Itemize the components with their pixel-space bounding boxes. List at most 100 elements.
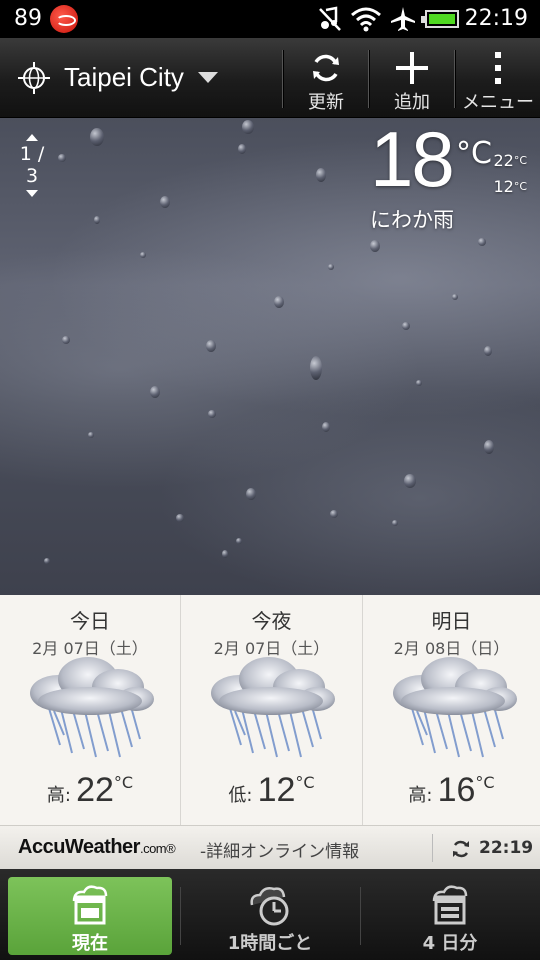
rain-drop — [484, 440, 494, 454]
rain-drop — [274, 296, 284, 308]
rain-drop — [90, 128, 104, 146]
accuweather-bar: AccuWeather.com® -詳細オンライン情報 22:19 — [0, 825, 540, 869]
hourly-clock-icon — [250, 887, 289, 926]
chevron-down-icon — [198, 72, 218, 83]
low-temperature: 12 — [493, 177, 514, 196]
tab-four-day[interactable]: 4 日分 — [368, 877, 532, 955]
action-bar: Taipei City 更新 追加 メニュー — [0, 38, 540, 118]
temp-value: 16 — [437, 771, 476, 809]
refresh-button[interactable]: 更新 — [284, 38, 368, 118]
current-temperature: 18 — [370, 118, 455, 203]
forecast-title: 今夜 — [251, 609, 292, 633]
tab-label: 現在 — [72, 933, 108, 954]
temp-label: 高: — [408, 785, 433, 806]
rain-drop — [62, 336, 70, 344]
sync-icon — [450, 838, 472, 864]
rain-drop — [222, 550, 228, 558]
plus-icon — [396, 52, 428, 84]
forecast-title: 明日 — [431, 609, 472, 633]
tab-current[interactable]: 現在 — [8, 877, 172, 955]
temp-value: 22 — [76, 771, 114, 809]
rain-drop — [452, 294, 458, 300]
page-indicator-text: 1 / 3 — [19, 143, 45, 187]
wifi-icon — [350, 6, 382, 36]
high-temperature: 22 — [493, 151, 514, 170]
forecast-title: 今日 — [70, 609, 110, 633]
location-name: Taipei City — [64, 62, 184, 92]
rain-drop — [160, 196, 170, 208]
rain-cloud-icon — [199, 653, 343, 769]
rain-drop — [94, 216, 100, 224]
location-globe-icon — [16, 60, 52, 100]
menu-label: メニュー — [462, 92, 534, 113]
divider — [368, 50, 369, 108]
rain-cloud-icon — [381, 653, 525, 769]
airplane-icon — [390, 6, 416, 36]
rain-drop — [392, 520, 398, 526]
tab-label: 4 日分 — [422, 933, 478, 954]
rain-drop — [328, 264, 334, 270]
divider — [282, 50, 283, 108]
temp-label: 低: — [228, 785, 253, 806]
add-label: 追加 — [394, 92, 430, 113]
accuweather-logo[interactable]: AccuWeather.com® — [18, 836, 176, 859]
status-bar: 89 22:19 — [0, 0, 540, 38]
divider — [454, 50, 455, 108]
forecast-temperature: 高: 22°C — [0, 771, 180, 810]
rain-drop — [150, 386, 160, 398]
menu-button[interactable]: メニュー — [456, 38, 540, 118]
online-details-link[interactable]: -詳細オンライン情報 — [200, 837, 359, 862]
current-weather-icon — [72, 885, 108, 925]
bottom-tab-bar: 現在 1時間ごと 4 日分 — [0, 869, 540, 960]
refresh-label: 更新 — [308, 92, 344, 113]
current-condition: にわか雨 — [370, 208, 454, 232]
rain-drop — [322, 422, 330, 432]
forecast-tonight[interactable]: 今夜 2月 07日（土） 低: 12°C — [180, 595, 362, 825]
forecast-today[interactable]: 今日 2月 07日（土） 高: 22°C — [0, 595, 180, 825]
temp-value: 12 — [257, 771, 296, 809]
more-vertical-icon — [495, 52, 501, 84]
last-updated-time: 22:19 — [479, 838, 534, 858]
rain-cloud-icon — [18, 653, 162, 769]
arrow-down-icon — [26, 190, 38, 197]
rain-drop — [236, 538, 242, 544]
rain-drop — [484, 346, 492, 356]
forecast-tomorrow[interactable]: 明日 2月 08日（日） 高: 16°C — [362, 595, 540, 825]
rain-drop — [44, 558, 50, 564]
rain-drop — [208, 410, 216, 418]
rain-drop — [140, 252, 146, 258]
rain-drop — [402, 322, 410, 330]
accuweather-logo-mark: ® — [166, 841, 176, 856]
current-weather-panel[interactable]: 1 / 3 18 °C 22°C 12°C にわか雨 — [0, 118, 540, 595]
rain-drop — [246, 488, 256, 500]
arrow-up-icon — [26, 134, 38, 141]
battery-icon — [421, 10, 459, 28]
rain-drop — [416, 380, 422, 386]
accuweather-logo-domain: .com — [139, 841, 167, 856]
tab-label: 1時間ごと — [227, 933, 313, 954]
location-selector[interactable]: Taipei City — [0, 38, 280, 118]
rain-drop — [404, 474, 416, 488]
rain-drop — [58, 154, 66, 162]
notification-count: 89 — [14, 6, 42, 31]
page-indicator[interactable]: 1 / 3 — [12, 134, 52, 197]
rain-drop — [316, 168, 326, 182]
four-day-calendar-icon — [432, 885, 468, 925]
rain-drop — [206, 340, 216, 352]
temp-unit: °C — [113, 773, 134, 792]
divider — [432, 834, 433, 862]
rain-drop — [310, 356, 322, 380]
divider — [180, 887, 181, 945]
rain-drop — [478, 238, 486, 246]
forecast-temperature: 低: 12°C — [181, 771, 362, 810]
rain-drop — [176, 514, 184, 522]
rain-drop — [242, 120, 254, 134]
temp-unit: °C — [475, 773, 495, 792]
divider — [360, 887, 361, 945]
forecast-strip: 今日 2月 07日（土） 高: 22°C 今夜 2月 07日（土） 低: 12°… — [0, 595, 540, 825]
tab-hourly[interactable]: 1時間ごと — [188, 877, 352, 955]
add-location-button[interactable]: 追加 — [370, 38, 454, 118]
forecast-temperature: 高: 16°C — [363, 771, 540, 810]
accuweather-logo-text: AccuWeather — [18, 836, 140, 858]
rain-drop — [330, 510, 338, 518]
